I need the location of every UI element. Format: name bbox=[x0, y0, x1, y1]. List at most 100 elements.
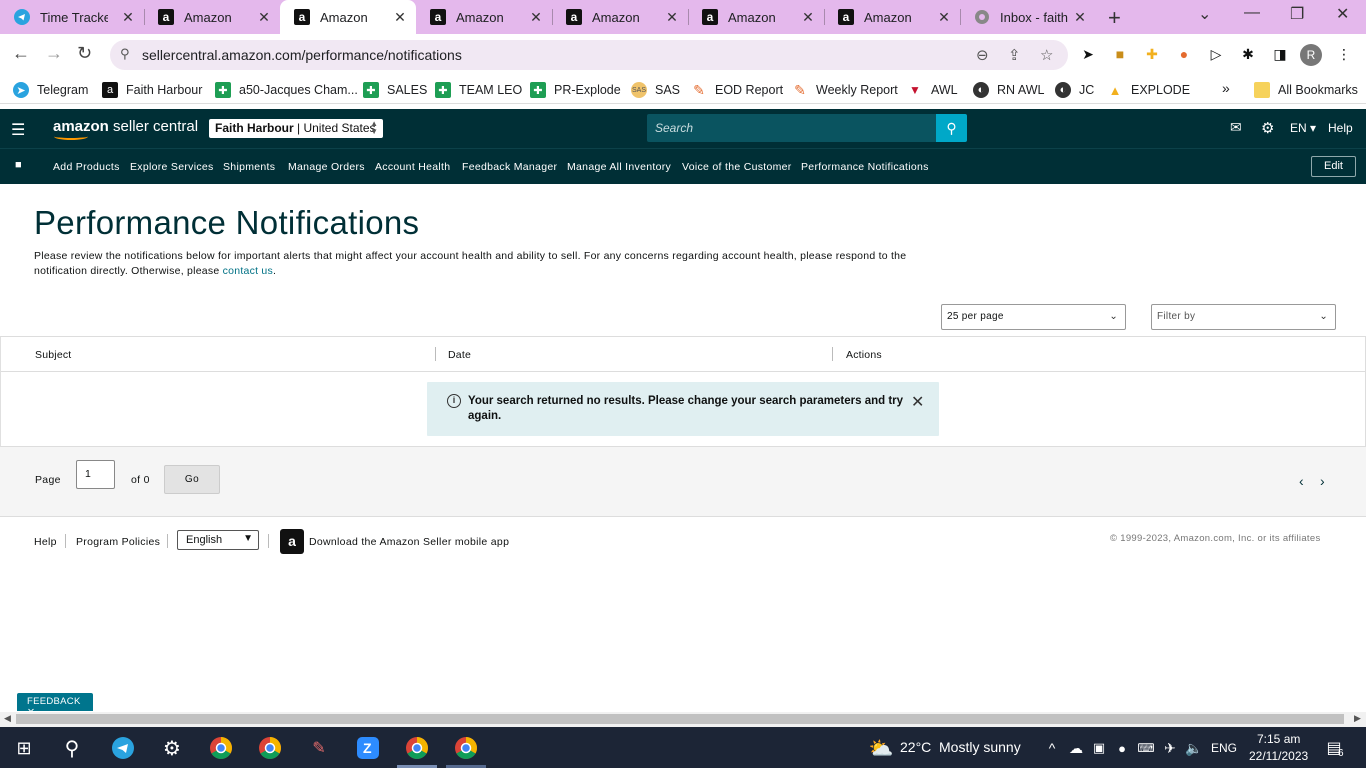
chrome-profile-icon[interactable] bbox=[405, 736, 429, 760]
language-selector[interactable]: EN ▾ bbox=[1290, 121, 1316, 135]
bookmark-item[interactable]: ✚ PR-Explode bbox=[530, 82, 621, 98]
puzzle-icon[interactable]: ✱ bbox=[1239, 45, 1257, 63]
seller-central-logo[interactable]: amazon seller central bbox=[53, 118, 198, 140]
side-panel-icon[interactable]: ◨ bbox=[1271, 45, 1289, 63]
close-tab-icon[interactable]: ✕ bbox=[392, 9, 408, 26]
zoom-app-icon[interactable]: Z bbox=[356, 736, 380, 760]
bookmark-item[interactable]: ◐ RN AWL bbox=[973, 82, 1044, 98]
search-input[interactable]: Search bbox=[647, 114, 936, 142]
extension-icon[interactable]: ➤ bbox=[1079, 45, 1097, 63]
browser-tab[interactable]: Time Tracker ✕ bbox=[0, 0, 145, 34]
reload-icon[interactable]: ↻ bbox=[77, 43, 92, 64]
nav-performance-notifications[interactable]: Performance Notifications bbox=[801, 161, 929, 173]
bookmark-item[interactable]: ▼ AWL bbox=[907, 82, 958, 98]
settings-gear-icon[interactable]: ⚙ bbox=[160, 736, 184, 760]
nav-account-health[interactable]: Account Health bbox=[375, 161, 450, 173]
bookmark-item[interactable]: SAS SAS bbox=[631, 82, 680, 98]
telegram-icon[interactable] bbox=[111, 736, 135, 760]
extension-icon[interactable]: ■ bbox=[1111, 45, 1129, 63]
minimize-icon[interactable]: — bbox=[1244, 4, 1260, 22]
close-tab-icon[interactable]: ✕ bbox=[800, 9, 816, 26]
gear-icon[interactable]: ⚙ bbox=[1261, 119, 1274, 137]
close-tab-icon[interactable]: ✕ bbox=[528, 9, 544, 26]
account-switcher[interactable]: Faith Harbour | United States ▲ ▼ bbox=[209, 119, 383, 138]
nav-manage-inventory[interactable]: Manage All Inventory bbox=[567, 161, 671, 173]
forward-icon[interactable]: → bbox=[45, 43, 63, 64]
extension-icon[interactable]: ✚ bbox=[1143, 45, 1161, 63]
bookmark-item[interactable]: ✚ TEAM LEO bbox=[435, 82, 522, 98]
microphone-icon[interactable]: ● bbox=[1110, 736, 1134, 760]
windows-start-icon[interactable]: ⊞ bbox=[12, 736, 36, 760]
chrome-icon[interactable] bbox=[209, 736, 233, 760]
bookmark-item[interactable]: ✎ Weekly Report bbox=[792, 82, 898, 98]
download-app-link[interactable]: Download the Amazon Seller mobile app bbox=[309, 536, 509, 548]
bookmarks-overflow-icon[interactable]: » bbox=[1222, 80, 1230, 96]
bookmark-item[interactable]: ▲ EXPLODE bbox=[1107, 82, 1190, 98]
chevron-up-icon[interactable]: ^ bbox=[1040, 736, 1064, 760]
weather-temp[interactable]: 22°C bbox=[900, 739, 931, 755]
nav-feedback-manager[interactable]: Feedback Manager bbox=[462, 161, 557, 173]
footer-language-select[interactable]: English ▼ bbox=[177, 530, 259, 550]
input-language[interactable]: ENG bbox=[1211, 741, 1237, 755]
tab-search-icon[interactable]: ⌄ bbox=[1198, 4, 1211, 24]
weather-icon[interactable]: ⛅ bbox=[869, 736, 894, 760]
bookmark-icon[interactable]: ■ bbox=[15, 159, 22, 171]
share-icon[interactable]: ⇪ bbox=[1008, 46, 1021, 64]
bookmark-item[interactable]: ✚ a50-Jacques Cham... bbox=[215, 82, 358, 98]
menu-icon[interactable]: ☰ bbox=[11, 120, 25, 140]
close-window-icon[interactable]: ✕ bbox=[1336, 4, 1349, 24]
extension-icon[interactable]: ● bbox=[1175, 45, 1193, 63]
onedrive-icon[interactable]: ☁ bbox=[1064, 736, 1088, 760]
search-icon[interactable]: ⚲ bbox=[60, 736, 84, 760]
per-page-select[interactable]: 25 per page ⌄ bbox=[941, 304, 1126, 330]
clock-time[interactable]: 7:15 am bbox=[1257, 732, 1300, 746]
bookmark-item[interactable]: ◐ JC bbox=[1055, 82, 1094, 98]
prev-page-icon[interactable]: ‹ bbox=[1299, 473, 1304, 489]
footer-help-link[interactable]: Help bbox=[34, 536, 57, 548]
search-button[interactable]: ⚲ bbox=[936, 114, 967, 142]
nav-voice-of-customer[interactable]: Voice of the Customer bbox=[682, 161, 792, 173]
amazon-app-icon[interactable]: a bbox=[280, 529, 304, 554]
chrome-profile-icon[interactable] bbox=[454, 736, 478, 760]
browser-tab-active[interactable]: a Amazon ✕ bbox=[280, 0, 416, 34]
program-policies-link[interactable]: Program Policies bbox=[76, 536, 160, 548]
nav-manage-orders[interactable]: Manage Orders bbox=[288, 161, 365, 173]
scroll-left-icon[interactable]: ◀ bbox=[4, 713, 11, 724]
nav-explore-services[interactable]: Explore Services bbox=[130, 161, 214, 173]
camera-icon[interactable]: ▣ bbox=[1087, 736, 1111, 760]
close-tab-icon[interactable]: ✕ bbox=[936, 9, 952, 26]
url-field[interactable]: ⚲ sellercentral.amazon.com/performance/n… bbox=[110, 40, 1068, 70]
contact-us-link[interactable]: contact us bbox=[223, 265, 273, 277]
back-icon[interactable]: ← bbox=[12, 43, 30, 64]
page-number-input[interactable]: 1 bbox=[76, 460, 115, 489]
browser-tab[interactable]: a Amazon ✕ bbox=[688, 0, 825, 34]
weather-desc[interactable]: Mostly sunny bbox=[939, 739, 1021, 755]
volume-icon[interactable]: 🔈 bbox=[1182, 736, 1206, 760]
zoom-icon[interactable]: ⊖ bbox=[976, 46, 989, 64]
bookmark-star-icon[interactable]: ☆ bbox=[1040, 46, 1053, 64]
close-tab-icon[interactable]: ✕ bbox=[120, 9, 136, 26]
bookmark-item[interactable]: ✚ SALES bbox=[363, 82, 427, 98]
new-tab-icon[interactable]: + bbox=[1108, 5, 1121, 31]
next-page-icon[interactable]: › bbox=[1320, 473, 1325, 489]
filter-select[interactable]: Filter by ⌄ bbox=[1151, 304, 1336, 330]
avatar[interactable]: R bbox=[1300, 44, 1322, 66]
site-info-icon[interactable]: ⚲ bbox=[120, 46, 130, 62]
clock-date[interactable]: 22/11/2023 bbox=[1249, 749, 1308, 763]
menu-dots-icon[interactable]: ⋮ bbox=[1335, 45, 1353, 63]
nav-shipments[interactable]: Shipments bbox=[223, 161, 275, 173]
scroll-right-icon[interactable]: ▶ bbox=[1354, 713, 1361, 724]
ime-icon[interactable]: ⌨ bbox=[1134, 736, 1158, 760]
horizontal-scrollbar[interactable]: ◀ ▶ bbox=[0, 712, 1366, 727]
close-icon[interactable]: ✕ bbox=[911, 392, 924, 412]
column-date[interactable]: Date bbox=[448, 349, 471, 361]
browser-tab[interactable]: a Amazon ✕ bbox=[824, 0, 961, 34]
browser-tab[interactable]: Inbox - faith ✕ bbox=[960, 0, 1096, 34]
paint-icon[interactable]: ✎ bbox=[307, 736, 331, 760]
close-tab-icon[interactable]: ✕ bbox=[256, 9, 272, 26]
chrome-icon[interactable] bbox=[258, 736, 282, 760]
feedback-button[interactable]: FEEDBACK ✕ bbox=[17, 693, 93, 718]
browser-tab[interactable]: a Amazon ✕ bbox=[144, 0, 280, 34]
browser-tab[interactable]: a Amazon ✕ bbox=[416, 0, 553, 34]
column-subject[interactable]: Subject bbox=[35, 349, 71, 361]
